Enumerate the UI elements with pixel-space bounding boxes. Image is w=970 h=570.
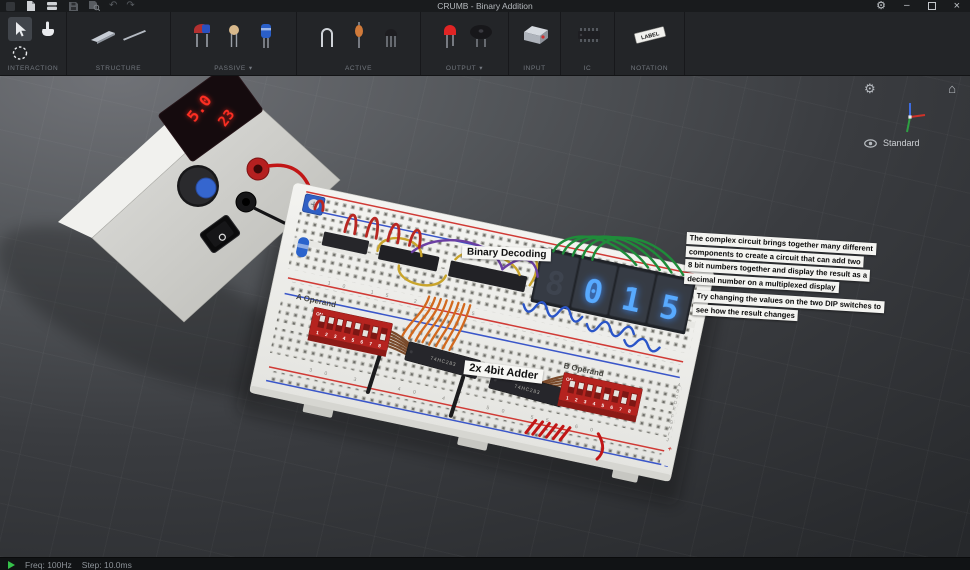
toolbar-section-structure: STRUCTURE — [67, 12, 171, 75]
info-annotation[interactable]: The complex circuit brings together many… — [684, 232, 876, 297]
breadboard[interactable]: 10 15 20 25 30 35 40 45 50 55 60 ABCDE F… — [248, 167, 718, 489]
titlebar: ↶ ↷ CRUMB - Binary Addition ⚙ – × — [0, 0, 970, 12]
viewport-settings-gear-icon[interactable]: ⚙ — [864, 82, 876, 96]
electrolytic-capacitor-icon — [256, 22, 276, 50]
supply-positive-terminal[interactable] — [247, 158, 269, 180]
new-file-icon[interactable] — [25, 1, 37, 11]
component-toolbar: INTERACTION STRUCTURE — [0, 12, 970, 76]
toolbar-label-structure: STRUCTURE — [96, 65, 141, 75]
home-view-icon[interactable]: ⌂ — [948, 82, 956, 96]
wire-icon — [121, 23, 149, 49]
passive-dropdown-caret: ▾ — [249, 64, 253, 72]
view-mode-label[interactable]: Standard — [883, 138, 920, 148]
transistor-tool-button[interactable] — [376, 16, 406, 56]
ceramic-capacitor-tool-button[interactable] — [219, 16, 249, 56]
sim-frequency: Freq: 100Hz — [25, 560, 72, 570]
toolbar-section-active: ACTIVE — [297, 12, 421, 75]
toolbar-section-passive: PASSIVE▾ — [171, 12, 297, 75]
statusbar: Freq: 100Hz Step: 10.0ms — [0, 557, 970, 570]
select-area-tool-button[interactable] — [8, 42, 32, 64]
led-tool-button[interactable] — [434, 16, 464, 56]
diode-tool-button[interactable] — [344, 16, 374, 56]
poke-tool-button[interactable] — [34, 16, 60, 40]
undo-icon[interactable]: ↶ — [109, 1, 117, 11]
3d-viewport[interactable]: 5.0 23 — [0, 76, 970, 557]
ic-tool-button[interactable] — [573, 16, 603, 56]
toolbar-label-ic: IC — [584, 65, 592, 75]
buzzer-icon — [467, 22, 495, 50]
resistor-icon — [190, 22, 214, 50]
redo-icon[interactable]: ↷ — [126, 1, 134, 11]
toolbar-label-interaction: INTERACTION — [8, 65, 59, 75]
toolbar-label-active: ACTIVE — [345, 65, 372, 75]
resistor-tool-button[interactable] — [187, 16, 217, 56]
toolbar-label-notation: NOTATION — [631, 65, 668, 75]
toolbar-section-input: INPUT — [509, 12, 561, 75]
simulation-play-icon[interactable] — [8, 561, 15, 569]
app-icon — [4, 1, 16, 11]
led-icon — [439, 22, 459, 50]
switch-tool-button[interactable] — [520, 16, 550, 56]
maximize-button[interactable] — [928, 2, 936, 10]
output-dropdown-caret: ▾ — [479, 64, 483, 72]
breadboard-icon — [89, 23, 117, 49]
save-icon[interactable] — [67, 1, 79, 11]
orientation-gizmo[interactable] — [891, 98, 929, 136]
label-tag-icon: LABEL — [630, 22, 670, 50]
label-tool-button[interactable]: LABEL — [628, 16, 672, 56]
wire-tool-button[interactable] — [120, 16, 150, 56]
titlebar-menu-icons: ↶ ↷ — [0, 0, 135, 12]
toolbar-label-input: INPUT — [523, 65, 546, 75]
toolbar-label-output: OUTPUT▾ — [446, 64, 483, 75]
view-mode-eye-icon[interactable] — [864, 139, 877, 148]
close-button[interactable]: × — [954, 1, 960, 11]
cursor-tool-button[interactable] — [8, 17, 32, 41]
crumb-app-window: ↶ ↷ CRUMB - Binary Addition ⚙ – × — [0, 0, 970, 570]
hand-pointer-icon — [38, 19, 56, 37]
toolbar-section-output: OUTPUT▾ — [421, 12, 509, 75]
electrolytic-capacitor-tool-button[interactable] — [251, 16, 281, 56]
toolbar-label-passive: PASSIVE▾ — [214, 64, 252, 75]
bent-wire-icon — [316, 22, 338, 50]
ic-chip-icon — [573, 22, 603, 50]
window-title: CRUMB - Binary Addition — [0, 1, 970, 11]
lasso-select-icon — [11, 45, 29, 61]
switch-icon — [520, 22, 550, 50]
minimize-button[interactable]: – — [904, 1, 910, 11]
settings-gear-icon[interactable]: ⚙ — [876, 1, 886, 11]
toolbar-section-ic: IC — [561, 12, 615, 75]
transistor-icon — [380, 22, 402, 50]
diode-icon — [349, 22, 369, 50]
viewport-controls: ⚙ ⌂ Standard — [864, 82, 956, 148]
cursor-icon — [11, 20, 29, 38]
jumper-tool-button[interactable] — [312, 16, 342, 56]
open-file-icon[interactable] — [46, 1, 58, 11]
toolbar-section-notation: LABEL NOTATION — [615, 12, 685, 75]
supply-knob[interactable] — [177, 165, 219, 207]
buzzer-tool-button[interactable] — [466, 16, 496, 56]
sim-step: Step: 10.0ms — [82, 560, 132, 570]
ceramic-capacitor-icon — [223, 22, 245, 50]
save-as-icon[interactable] — [88, 1, 100, 11]
breadboard-tool-button[interactable] — [88, 16, 118, 56]
toolbar-section-interaction: INTERACTION — [0, 12, 67, 75]
